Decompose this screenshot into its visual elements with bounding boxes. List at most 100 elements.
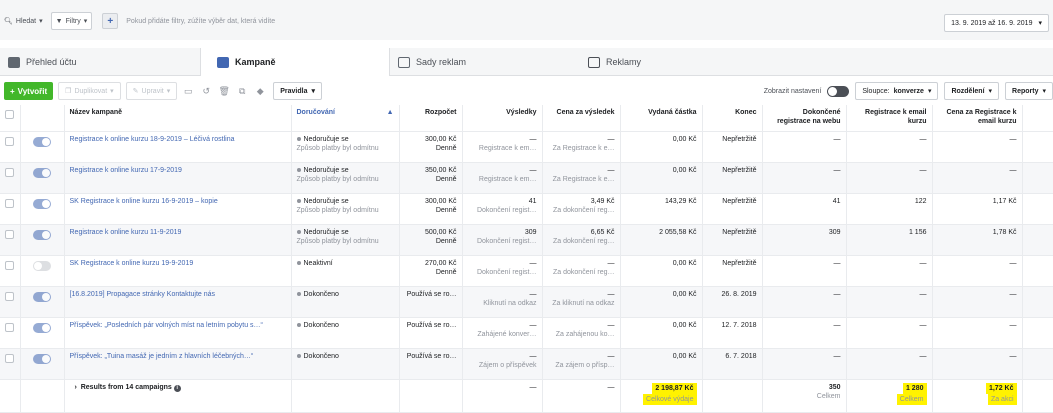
columns-button[interactable]: Sloupce: konverze ▾: [855, 82, 939, 100]
chevron-down-icon: ▾: [83, 18, 88, 25]
campaign-toggle[interactable]: [33, 229, 51, 240]
totals-label[interactable]: › Results from 14 campaigns i: [64, 379, 292, 413]
tab-ads[interactable]: Reklamy: [580, 48, 770, 76]
breakdown-button[interactable]: Rozdělení ▾: [944, 82, 1000, 100]
cost-email-registration-cell: —: [932, 255, 1023, 287]
row-checkbox[interactable]: [5, 260, 15, 270]
filter-icon: ▼: [55, 17, 63, 25]
row-checkbox[interactable]: [5, 322, 15, 332]
filter-placeholder: Pokud přidáte filtry, zúžíte výběr dat, …: [126, 17, 276, 25]
col-amount-spent[interactable]: Vydaná částka: [620, 105, 703, 132]
filters-button[interactable]: ▼ Filtry ▾: [50, 12, 93, 30]
reports-button[interactable]: Reporty ▾: [1005, 82, 1053, 100]
budget-cell[interactable]: 350,00 Kč Denně: [399, 162, 463, 194]
info-icon[interactable]: i: [173, 384, 181, 392]
select-all-cell[interactable]: [0, 105, 21, 132]
col-cost-email-registration[interactable]: Cena za Registrace k email kurzu: [932, 105, 1023, 132]
col-email-registrations[interactable]: Registrace k email kurzu: [846, 105, 933, 132]
results-cell: — Zahájené konver…: [462, 317, 543, 349]
budget-cell[interactable]: 500,00 Kč Denně: [399, 224, 463, 256]
rules-button[interactable]: Pravidla ▾: [273, 82, 322, 100]
total-cost-per-result: —: [542, 379, 621, 413]
table-row[interactable]: Příspěvek: „Tuina masáž je jedním z hlav…: [0, 348, 1053, 380]
row-checkbox[interactable]: [5, 198, 15, 208]
add-filter-button[interactable]: +: [102, 13, 119, 29]
budget-cell[interactable]: Používá se ro…: [399, 286, 463, 318]
tab-ad-sets[interactable]: Sady reklam: [390, 48, 580, 76]
website-registrations-cell: —: [762, 131, 847, 163]
campaign-toggle[interactable]: [33, 260, 51, 271]
col-delivery[interactable]: Doručování ▲: [291, 105, 400, 132]
ab-test-icon[interactable]: ▭: [181, 82, 195, 100]
cost-email-registration-cell: —: [932, 131, 1023, 163]
table-row[interactable]: SK Registrace k online kurzu 16-9-2019 –…: [0, 193, 1053, 225]
ends-cell: 12. 7. 2018: [702, 317, 763, 349]
col-results[interactable]: Výsledky: [462, 105, 543, 132]
tab-campaigns[interactable]: Kampaně: [200, 48, 390, 76]
table-row[interactable]: Příspěvek: „Posledních pár volných míst …: [0, 317, 1053, 349]
amount-spent-cell: 0,00 Kč: [620, 131, 703, 163]
table-row[interactable]: SK Registrace k online kurzu 19-9-2019 Ne…: [0, 255, 1053, 287]
trash-icon[interactable]: 🗑︎: [217, 82, 231, 100]
results-cell: — Dokončení regist…: [462, 255, 543, 287]
campaign-name-link[interactable]: SK Registrace k online kurzu 16-9-2019 –…: [70, 198, 218, 205]
table-header: Název kampaně Doručování ▲ Rozpočet Výsl…: [0, 105, 1053, 132]
col-budget[interactable]: Rozpočet: [399, 105, 463, 132]
campaign-name-link[interactable]: Příspěvek: „Posledních pár volných míst …: [70, 322, 263, 329]
campaign-name-link[interactable]: Příspěvek: „Tuina masáž je jedním z hlav…: [70, 353, 254, 360]
results-cell: — Registrace k em…: [462, 162, 543, 194]
table-row[interactable]: Registrace k online kurzu 17-9-2019 Nedor…: [0, 162, 1053, 194]
col-extra: [1022, 105, 1053, 132]
campaign-toggle[interactable]: [33, 291, 51, 302]
edit-button[interactable]: ✎ Upravit ▾: [125, 82, 178, 100]
row-checkbox[interactable]: [5, 291, 15, 301]
delivery-cell: Nedoručuje se Způsob platby byl odmítnu: [291, 193, 400, 225]
duplicate-button[interactable]: ❐ Duplikovat ▾: [58, 82, 121, 100]
campaign-toggle[interactable]: [33, 198, 51, 209]
find-button[interactable]: 🔍︎ Hledat ▾: [0, 12, 47, 30]
email-registrations-cell: —: [846, 255, 933, 287]
select-all-checkbox[interactable]: [5, 110, 15, 119]
col-website-registrations[interactable]: Dokončené registrace na webu: [762, 105, 847, 132]
date-range-picker[interactable]: 13. 9. 2019 až 16. 9. 2019 ▾: [944, 14, 1049, 32]
budget-cell[interactable]: 270,00 Kč Denně: [399, 255, 463, 287]
campaign-name-link[interactable]: Registrace k online kurzu 18-9-2019 – Lé…: [70, 136, 235, 143]
budget-cell[interactable]: 300,00 Kč Denně: [399, 131, 463, 163]
website-registrations-cell: 309: [762, 224, 847, 256]
create-button[interactable]: + Vytvořit: [4, 82, 54, 100]
table-row[interactable]: Registrace k online kurzu 11-9-2019 Nedor…: [0, 224, 1053, 256]
delivery-cell: Nedoručuje se Způsob platby byl odmítnu: [291, 131, 400, 163]
row-checkbox[interactable]: [5, 167, 15, 177]
budget-cell[interactable]: Používá se ro…: [399, 348, 463, 380]
campaign-name-link[interactable]: [16.8.2019] Propagace stránky Kontaktujt…: [70, 291, 216, 298]
campaign-toggle[interactable]: [33, 136, 51, 147]
status-dot-icon: [296, 198, 301, 203]
cost-per-result-cell: — Za dokončení reg…: [542, 255, 621, 287]
undo-icon[interactable]: ↺: [199, 82, 213, 100]
row-checkbox[interactable]: [5, 229, 15, 239]
campaign-toggle[interactable]: [33, 167, 51, 178]
col-campaign-name[interactable]: Název kampaně: [64, 105, 292, 132]
table-row[interactable]: [16.8.2019] Propagace stránky Kontaktujt…: [0, 286, 1053, 318]
campaign-name-link[interactable]: SK Registrace k online kurzu 19-9-2019: [70, 260, 194, 267]
budget-cell[interactable]: 300,00 Kč Denně: [399, 193, 463, 225]
total-email-registrations: 1 280 Celkem: [846, 379, 933, 413]
results-cell: 309 Dokončení regist…: [462, 224, 543, 256]
tag-icon[interactable]: ◆: [253, 82, 267, 100]
row-checkbox[interactable]: [5, 353, 15, 363]
campaign-toggle[interactable]: [33, 322, 51, 333]
campaign-name-link[interactable]: Registrace k online kurzu 11-9-2019: [70, 229, 182, 236]
budget-cell[interactable]: Používá se ro…: [399, 317, 463, 349]
chevron-down-icon: ▾: [1038, 20, 1042, 27]
table-row[interactable]: Registrace k online kurzu 18-9-2019 – Lé…: [0, 131, 1053, 163]
delivery-cell: Dokončeno: [291, 348, 400, 380]
total-results: —: [462, 379, 543, 413]
tab-account-overview[interactable]: Přehled účtu: [0, 48, 200, 76]
show-settings-toggle[interactable]: [827, 85, 850, 97]
col-cost-per-result[interactable]: Cena za výsledek: [542, 105, 621, 132]
col-ends[interactable]: Konec: [702, 105, 763, 132]
preview-icon[interactable]: ⧉: [235, 82, 249, 100]
row-checkbox[interactable]: [5, 136, 15, 146]
campaign-name-link[interactable]: Registrace k online kurzu 17-9-2019: [70, 167, 182, 174]
campaign-toggle[interactable]: [33, 353, 51, 364]
